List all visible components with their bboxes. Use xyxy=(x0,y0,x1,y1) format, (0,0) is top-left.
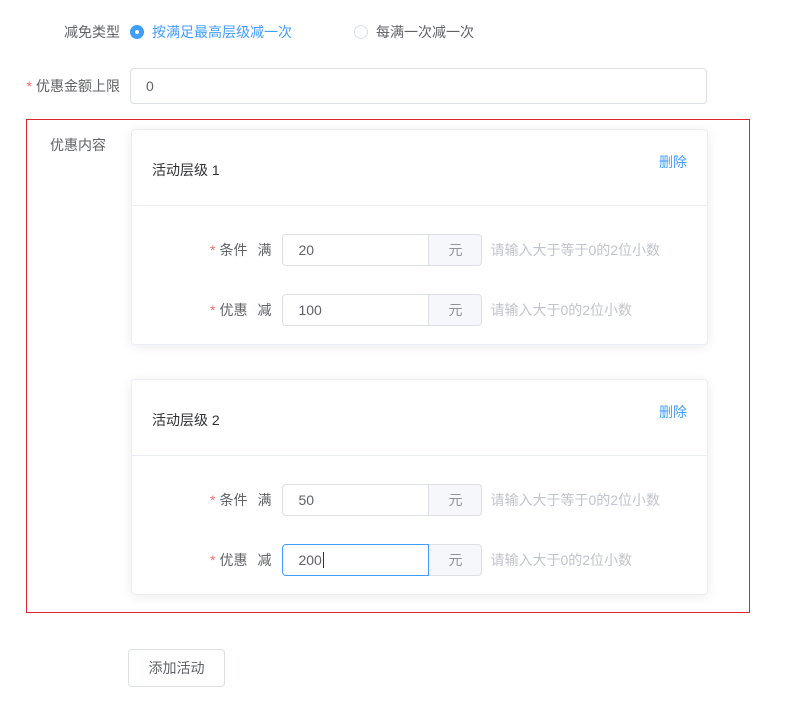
text-cursor xyxy=(323,552,324,568)
tier-card-2: 活动层级 2 删除 * 条件 满 元 请输入大于等于0的2位小数 * 优惠 xyxy=(131,379,708,595)
condition-input-group: 元 xyxy=(282,234,482,266)
discount-content-section: 优惠内容 活动层级 1 删除 * 条件 满 元 请输入大于等于0的2位小数 xyxy=(26,119,750,613)
radio-option-every-time[interactable]: 每满一次减一次 xyxy=(354,22,474,42)
discount-cap-label-text: 优惠金额上限 xyxy=(36,78,120,94)
condition-label: 条件 xyxy=(219,490,247,510)
discount-label: 优惠 xyxy=(219,550,247,570)
discount-cap-input[interactable] xyxy=(130,68,707,104)
condition-prefix: 满 xyxy=(257,240,271,260)
discount-cap-row: *优惠金额上限 xyxy=(0,68,812,104)
reduction-type-label: 减免类型 xyxy=(0,22,130,42)
add-activity-button[interactable]: 添加活动 xyxy=(128,649,225,687)
tier-cards-container: 活动层级 1 删除 * 条件 满 元 请输入大于等于0的2位小数 * 优惠 xyxy=(131,129,708,595)
tier-card-1-header: 活动层级 1 删除 xyxy=(132,130,707,206)
discount-label: 优惠 xyxy=(219,300,247,320)
tier-card-2-delete-button[interactable]: 删除 xyxy=(659,402,687,455)
tier-card-1-delete-button[interactable]: 删除 xyxy=(659,152,687,205)
radio-option-label[interactable]: 按满足最高层级减一次 xyxy=(152,22,292,42)
discount-prefix: 减 xyxy=(257,550,271,570)
unit-suffix: 元 xyxy=(429,294,482,326)
discount-prefix: 减 xyxy=(257,300,271,320)
discount-amount-input[interactable] xyxy=(282,294,429,326)
radio-option-label[interactable]: 每满一次减一次 xyxy=(376,22,474,42)
condition-row: * 条件 满 元 请输入大于等于0的2位小数 xyxy=(210,234,707,266)
required-asterisk: * xyxy=(210,552,215,568)
tier-card-2-body: * 条件 满 元 请输入大于等于0的2位小数 * 优惠 减 xyxy=(132,456,707,576)
radio-selected-icon[interactable] xyxy=(130,25,144,39)
input-hint: 请输入大于0的2位小数 xyxy=(490,550,632,570)
condition-prefix: 满 xyxy=(257,490,271,510)
radio-option-highest-tier[interactable]: 按满足最高层级减一次 xyxy=(130,22,292,42)
input-hint: 请输入大于等于0的2位小数 xyxy=(490,240,660,260)
tier-card-1-body: * 条件 满 元 请输入大于等于0的2位小数 * 优惠 减 元 xyxy=(132,206,707,326)
discount-cap-label: *优惠金额上限 xyxy=(0,76,130,96)
input-hint: 请输入大于等于0的2位小数 xyxy=(490,490,660,510)
condition-row: * 条件 满 元 请输入大于等于0的2位小数 xyxy=(210,484,707,516)
discount-input-group-focused: 元 xyxy=(282,544,482,576)
condition-amount-input[interactable] xyxy=(282,234,429,266)
reduction-type-radio-group: 按满足最高层级减一次 每满一次减一次 xyxy=(130,22,474,42)
reduction-type-row: 减免类型 按满足最高层级减一次 每满一次减一次 xyxy=(0,22,812,42)
unit-suffix: 元 xyxy=(429,484,482,516)
tier-card-2-header: 活动层级 2 删除 xyxy=(132,380,707,456)
tier-card-2-title: 活动层级 2 xyxy=(152,410,220,455)
condition-amount-input[interactable] xyxy=(282,484,429,516)
condition-input-group: 元 xyxy=(282,484,482,516)
unit-suffix: 元 xyxy=(429,234,482,266)
input-hint: 请输入大于0的2位小数 xyxy=(490,300,632,320)
required-asterisk: * xyxy=(210,242,215,258)
discount-row: * 优惠 减 元 请输入大于0的2位小数 xyxy=(210,544,707,576)
tier-card-1-title: 活动层级 1 xyxy=(152,160,220,205)
radio-unselected-icon[interactable] xyxy=(354,25,368,39)
discount-row: * 优惠 减 元 请输入大于0的2位小数 xyxy=(210,294,707,326)
required-asterisk: * xyxy=(27,78,32,94)
unit-suffix: 元 xyxy=(429,544,482,576)
discount-amount-input-focused[interactable] xyxy=(282,544,429,576)
condition-label: 条件 xyxy=(219,240,247,260)
tier-card-1: 活动层级 1 删除 * 条件 满 元 请输入大于等于0的2位小数 * 优惠 xyxy=(131,129,708,345)
discount-content-label: 优惠内容 xyxy=(27,120,131,155)
discount-input-group: 元 xyxy=(282,294,482,326)
required-asterisk: * xyxy=(210,492,215,508)
required-asterisk: * xyxy=(210,302,215,318)
